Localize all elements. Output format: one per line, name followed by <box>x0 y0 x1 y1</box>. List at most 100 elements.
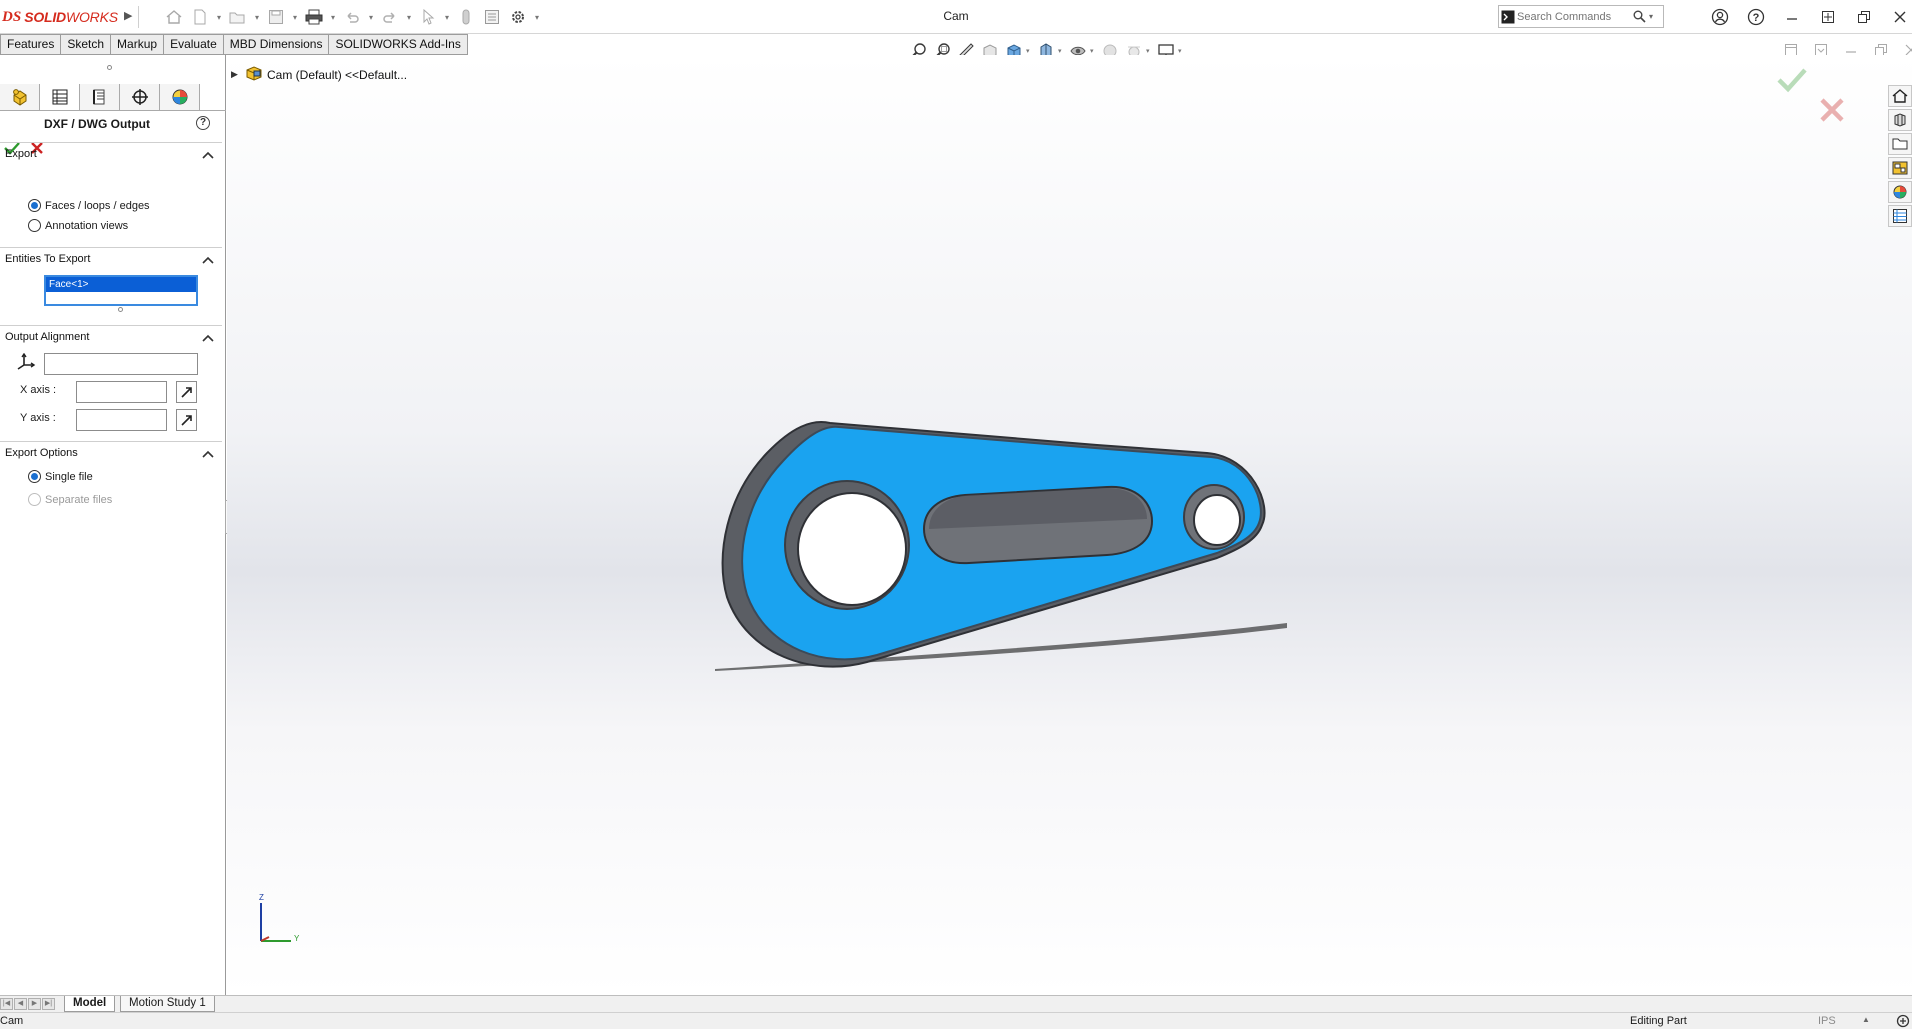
export-section-header[interactable]: Export <box>0 142 222 160</box>
file-properties-icon[interactable] <box>480 6 504 28</box>
tab-markup[interactable]: Markup <box>111 34 165 55</box>
collapse-chevron-icon[interactable] <box>202 253 214 267</box>
tab-mbd-dimensions[interactable]: MBD Dimensions <box>223 34 330 55</box>
list-resize-grip[interactable] <box>118 307 123 312</box>
close-window-icon[interactable] <box>1882 5 1912 29</box>
reference-triad: Z Y <box>257 893 307 948</box>
apply-scene-dropdown-icon[interactable]: ▾ <box>1146 47 1154 55</box>
rebuild-icon[interactable] <box>454 6 478 28</box>
radio-dot[interactable] <box>28 470 41 483</box>
undo-dropdown-icon[interactable]: ▾ <box>366 13 376 22</box>
unit-system[interactable]: IPS <box>1818 1015 1836 1027</box>
help-icon[interactable]: ? <box>1738 5 1774 29</box>
panel-resize-grip[interactable] <box>107 65 112 70</box>
reverse-y-direction-button[interactable] <box>176 409 197 431</box>
reverse-x-direction-button[interactable] <box>176 381 197 403</box>
radio-faces-loops-edges[interactable]: Faces / loops / edges <box>28 199 150 212</box>
collapse-chevron-icon[interactable] <box>202 331 214 345</box>
x-axis-field[interactable] <box>76 381 167 403</box>
tab-sketch[interactable]: Sketch <box>61 34 112 55</box>
logo-ds: DS <box>2 8 22 25</box>
redo-icon[interactable] <box>378 6 402 28</box>
origin-axes-icon <box>16 352 36 374</box>
home-icon[interactable] <box>162 6 186 28</box>
unit-system-arrow-icon[interactable]: ▲ <box>1862 1015 1870 1024</box>
logo-bold: SOLID <box>24 9 66 25</box>
collapse-chevron-icon[interactable] <box>202 447 214 461</box>
tab-model[interactable]: Model <box>64 996 116 1012</box>
redo-dropdown-icon[interactable]: ▾ <box>404 13 414 22</box>
tab-motion-study-1[interactable]: Motion Study 1 <box>120 996 215 1012</box>
tab-scroll-arrows: |◀ ◀ ▶ ▶| <box>0 998 55 1010</box>
radio-label: Annotation views <box>45 219 129 232</box>
print-icon[interactable] <box>302 6 326 28</box>
minimize-window-icon[interactable] <box>1774 5 1810 29</box>
open-dropdown-icon[interactable]: ▾ <box>252 13 262 22</box>
title-bar: DS SOLIDWORKS ▶ ▾ ▾ ▾ ▾ ▾ ▾ ▾ ▾ Cam Sear… <box>0 0 1912 34</box>
restore-window-icon[interactable] <box>1846 5 1882 29</box>
select-cursor-icon[interactable] <box>416 6 440 28</box>
y-axis-field[interactable] <box>76 409 167 431</box>
quick-access-toolbar: ▾ ▾ ▾ ▾ ▾ ▾ ▾ ▾ <box>162 6 542 28</box>
view-orientation-dropdown-icon[interactable]: ▾ <box>1026 47 1034 55</box>
rebuild-status-icon[interactable] <box>1896 1014 1910 1029</box>
solidworks-logo[interactable]: DS SOLIDWORKS <box>2 7 118 27</box>
radio-label: Single file <box>45 470 93 483</box>
tab-displaymanager[interactable] <box>160 84 200 110</box>
graphics-area[interactable]: ▶ Cam (Default) <<Default... Z Y <box>227 55 1912 995</box>
small-pin-through <box>1193 494 1241 546</box>
help-button[interactable]: ? <box>196 116 210 130</box>
search-commands-box[interactable]: ▾ <box>1498 5 1664 28</box>
tab-featuremanager[interactable] <box>0 84 40 110</box>
tab-evaluate[interactable]: Evaluate <box>164 34 224 55</box>
y-axis-label: Y axis : <box>20 412 56 424</box>
entities-selection-list[interactable]: Face<1> <box>44 275 198 306</box>
section-label: Entities To Export <box>5 253 91 265</box>
search-dropdown-icon[interactable]: ▾ <box>1649 12 1653 21</box>
radio-annotation-views[interactable]: Annotation views <box>28 219 128 232</box>
new-document-icon[interactable] <box>188 6 212 28</box>
open-folder-icon[interactable] <box>226 6 250 28</box>
user-account-icon[interactable] <box>1702 5 1738 29</box>
first-tab-arrow-icon[interactable]: |◀ <box>0 998 13 1010</box>
options-dropdown-icon[interactable]: ▾ <box>532 13 542 22</box>
status-bar: Cam Editing Part IPS ▲ <box>0 1012 1912 1029</box>
tab-dimxpertmanager[interactable] <box>120 84 160 110</box>
print-dropdown-icon[interactable]: ▾ <box>328 13 338 22</box>
output-alignment-section-header[interactable]: Output Alignment <box>0 325 222 343</box>
last-tab-arrow-icon[interactable]: ▶| <box>42 998 55 1010</box>
radio-single-file[interactable]: Single file <box>28 470 93 483</box>
radio-dot[interactable] <box>28 219 41 232</box>
options-gear-icon[interactable] <box>506 6 530 28</box>
menu-expand-arrow-icon[interactable]: ▶ <box>124 9 132 22</box>
export-options-section-header[interactable]: Export Options <box>0 441 222 459</box>
entity-item[interactable]: Face<1> <box>46 277 196 292</box>
tab-features[interactable]: Features <box>0 34 62 55</box>
section-label: Export Options <box>5 447 78 459</box>
manager-tabs <box>0 84 226 111</box>
new-dropdown-icon[interactable]: ▾ <box>214 13 224 22</box>
entities-section-header[interactable]: Entities To Export <box>0 247 222 265</box>
fit-window-icon[interactable] <box>1810 5 1846 29</box>
origin-selection-field[interactable] <box>44 353 198 375</box>
section-label: Export <box>5 148 37 160</box>
next-tab-arrow-icon[interactable]: ▶ <box>28 998 41 1010</box>
radio-dot[interactable] <box>28 199 41 212</box>
search-input[interactable] <box>1517 7 1629 26</box>
select-dropdown-icon[interactable]: ▾ <box>442 13 452 22</box>
prev-tab-arrow-icon[interactable]: ◀ <box>14 998 27 1010</box>
tab-configurationmanager[interactable] <box>80 84 120 110</box>
cam-part-model[interactable] <box>227 55 1912 995</box>
save-icon[interactable] <box>264 6 288 28</box>
tab-propertymanager[interactable] <box>40 84 80 110</box>
section-label: Output Alignment <box>5 331 90 343</box>
tab-solidworks-add-ins[interactable]: SOLIDWORKS Add-Ins <box>329 34 468 55</box>
hide-show-dropdown-icon[interactable]: ▾ <box>1090 47 1098 55</box>
view-settings-dropdown-icon[interactable]: ▾ <box>1178 47 1186 55</box>
title-right-controls: ? <box>1702 5 1912 29</box>
save-dropdown-icon[interactable]: ▾ <box>290 13 300 22</box>
undo-icon[interactable] <box>340 6 364 28</box>
search-icon[interactable] <box>1629 10 1649 23</box>
display-style-dropdown-icon[interactable]: ▾ <box>1058 47 1066 55</box>
collapse-chevron-icon[interactable] <box>202 148 214 162</box>
